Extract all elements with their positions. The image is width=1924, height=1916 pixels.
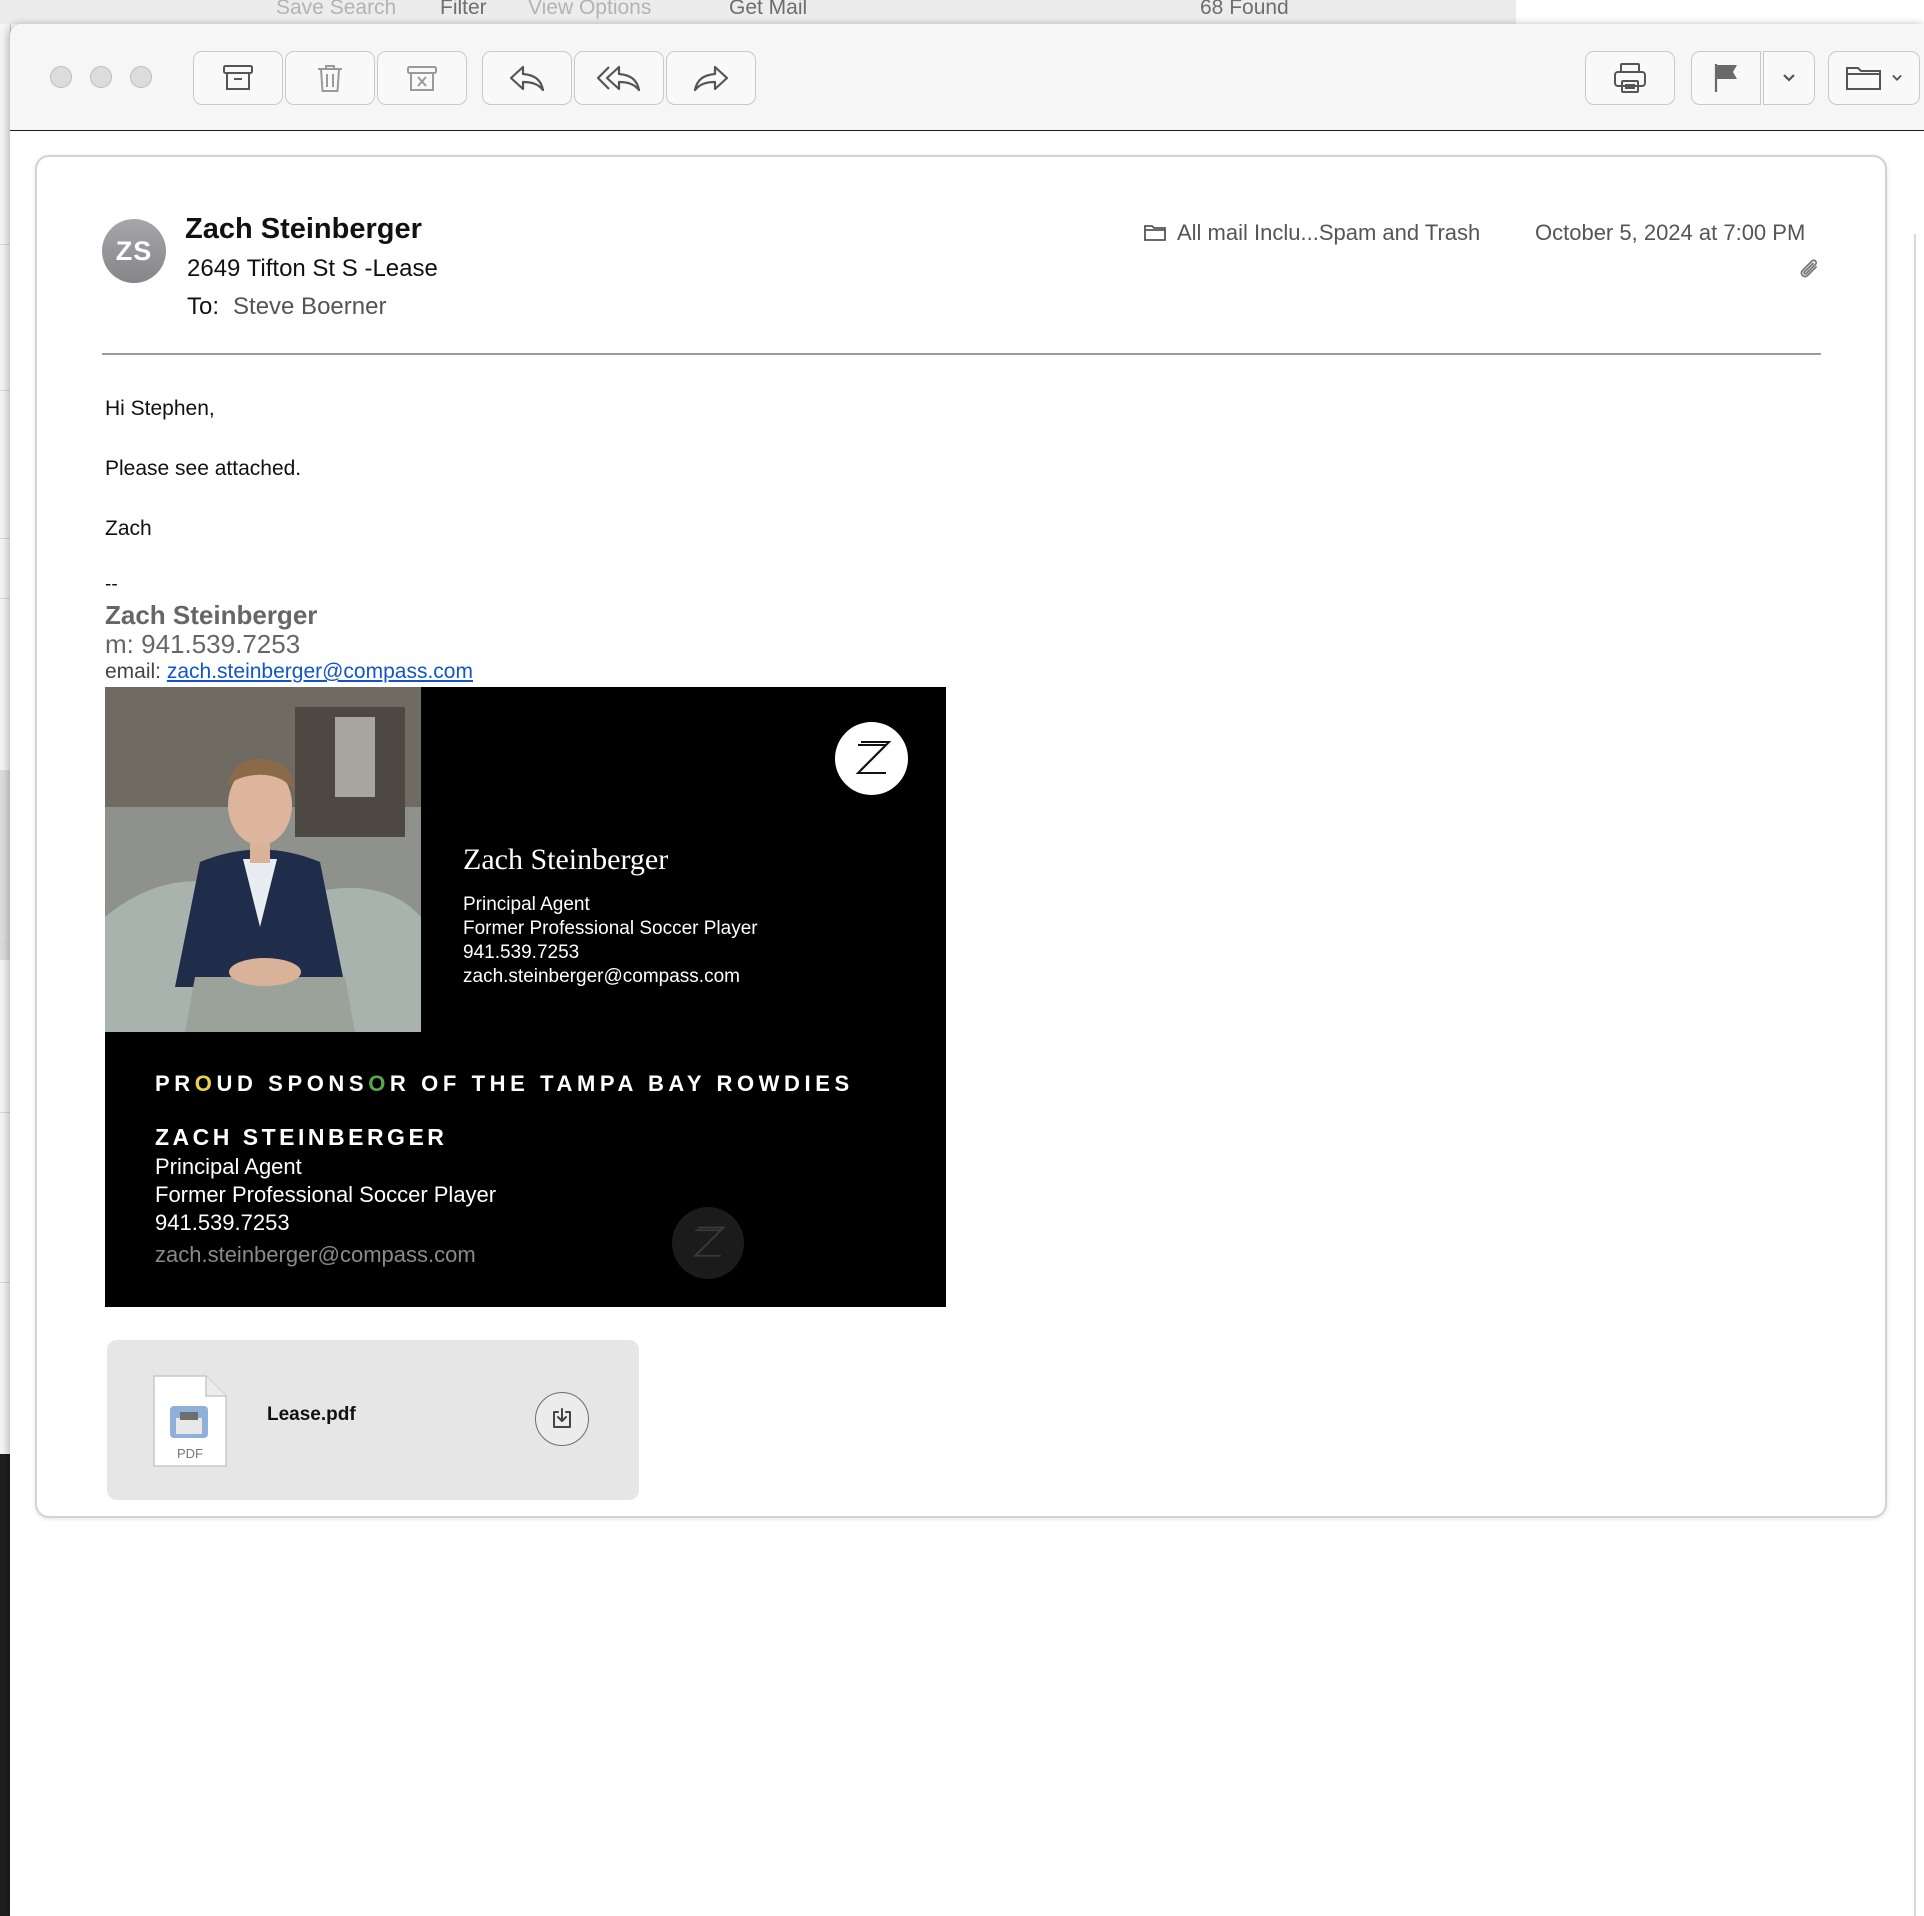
archive-icon <box>223 65 253 90</box>
download-attachment-button[interactable] <box>535 1392 589 1446</box>
attachment-filename: Lease.pdf <box>267 1404 356 1425</box>
card-phone: 941.539.7253 <box>463 942 580 963</box>
list-divider <box>0 942 10 943</box>
recipient-row: To: Steve Boerner <box>187 293 386 321</box>
card-email-2: zach.steinberger@compass.com <box>155 1242 476 1267</box>
forward-button[interactable] <box>666 51 756 105</box>
save-search-button[interactable]: Save Search <box>276 0 396 20</box>
message-date: October 5, 2024 at 7:00 PM <box>1535 220 1806 245</box>
desktop-background <box>1516 0 1924 24</box>
agent-portrait <box>105 687 421 1032</box>
card-name-caps: ZACH STEINBERGER <box>155 1124 448 1150</box>
view-options-button[interactable]: View Options <box>528 0 651 20</box>
list-divider <box>0 538 10 539</box>
card-email: zach.steinberger@compass.com <box>463 966 740 987</box>
header-divider <box>102 353 1821 355</box>
compass-logo-icon <box>835 722 908 795</box>
body-greeting: Hi Stephen, <box>105 397 215 420</box>
list-divider <box>0 598 10 599</box>
sponsor-text: UD SPONS <box>216 1071 369 1096</box>
attachment-indicator[interactable] <box>1797 257 1823 288</box>
signature-separator: -- <box>105 574 118 595</box>
message-window: ZS Zach Steinberger 2649 Tifton St S -Le… <box>10 24 1924 1916</box>
body-line: Please see attached. <box>105 457 302 480</box>
chevron-down-icon <box>1892 74 1902 81</box>
list-divider <box>0 390 10 391</box>
get-mail-button[interactable]: Get Mail <box>729 0 807 20</box>
to-label: To: <box>187 293 220 320</box>
list-divider <box>0 244 10 245</box>
scrollbar-track[interactable] <box>1914 234 1916 1916</box>
card-subtitle: Former Professional Soccer Player <box>463 918 758 939</box>
signature-email: email: zach.steinberger@compass.com <box>105 660 473 684</box>
card-subtitle-2: Former Professional Soccer Player <box>155 1182 497 1207</box>
email-link[interactable]: zach.steinberger@compass.com <box>167 660 473 683</box>
list-selection <box>0 770 10 960</box>
card-title-2: Principal Agent <box>155 1154 302 1179</box>
pdf-file-icon: PDF <box>152 1374 228 1473</box>
message-toolbar <box>10 24 1924 131</box>
junk-icon <box>407 66 437 91</box>
delete-button[interactable] <box>285 51 375 105</box>
body-closing: Zach <box>105 517 152 540</box>
sponsor-o-green: O <box>368 1071 390 1096</box>
email-label: email: <box>105 660 167 683</box>
download-icon <box>553 1408 571 1428</box>
archive-button[interactable] <box>193 51 283 105</box>
sponsor-o-yellow: O <box>194 1071 217 1096</box>
sponsor-line: PROUD SPONSOR OF THE TAMPA BAY ROWDIES <box>155 1071 854 1097</box>
card-title: Principal Agent <box>463 894 590 915</box>
attachment-tile[interactable]: PDF Lease.pdf <box>107 1340 639 1500</box>
folder-icon <box>1144 225 1166 241</box>
business-card-image: Zach Steinberger Principal Agent Former … <box>105 687 946 1307</box>
flag-menu-button[interactable] <box>1763 51 1815 105</box>
compass-logo-dim-icon <box>672 1207 744 1279</box>
junk-button[interactable] <box>377 51 467 105</box>
paperclip-icon <box>1800 259 1817 278</box>
zoom-window-button[interactable] <box>130 66 152 88</box>
card-phone-2: 941.539.7253 <box>155 1210 290 1235</box>
filter-button[interactable]: Filter <box>440 0 487 20</box>
reply-button[interactable] <box>482 51 572 105</box>
flag-button[interactable] <box>1691 51 1761 105</box>
printer-icon <box>1614 63 1646 93</box>
flag-icon <box>1714 64 1737 92</box>
signature-phone: m: 941.539.7253 <box>105 629 301 659</box>
message-card: ZS Zach Steinberger 2649 Tifton St S -Le… <box>35 155 1887 1518</box>
sponsor-text: PR <box>155 1071 195 1096</box>
forward-icon <box>693 65 729 92</box>
sender-name[interactable]: Zach Steinberger <box>185 213 422 246</box>
sender-avatar[interactable]: ZS <box>102 219 166 283</box>
reply-all-button[interactable] <box>574 51 664 105</box>
recipient-name[interactable]: Steve Boerner <box>233 293 386 320</box>
trash-icon <box>318 65 342 92</box>
folder-icon <box>1846 67 1881 90</box>
found-count: 68 Found <box>1200 0 1289 19</box>
mailbox-name: All mail Inclu...Spam and Trash <box>1177 220 1481 245</box>
list-divider <box>0 1112 10 1113</box>
sponsor-text: R OF THE TAMPA BAY ROWDIES <box>389 1071 854 1096</box>
message-subject: 2649 Tifton St S -Lease <box>187 255 438 282</box>
background-dark-region <box>0 1454 10 1916</box>
mailbox-location[interactable]: All mail Inclu...Spam and Trash <box>1143 220 1480 246</box>
print-button[interactable] <box>1585 51 1675 105</box>
minimize-window-button[interactable] <box>90 66 112 88</box>
close-window-button[interactable] <box>50 66 72 88</box>
reply-icon <box>509 65 545 92</box>
agent-photo <box>105 687 421 1032</box>
card-name: Zach Steinberger <box>463 843 669 876</box>
chevron-down-icon <box>1783 74 1795 82</box>
list-divider <box>0 1282 10 1283</box>
pdf-type-label: PDF <box>177 1446 203 1461</box>
background-window-toolbar: Save Search Filter View Options Get Mail… <box>0 0 1517 24</box>
reply-all-icon <box>596 65 641 92</box>
move-to-folder-button[interactable] <box>1828 51 1920 105</box>
signature-name: Zach Steinberger <box>105 600 318 630</box>
